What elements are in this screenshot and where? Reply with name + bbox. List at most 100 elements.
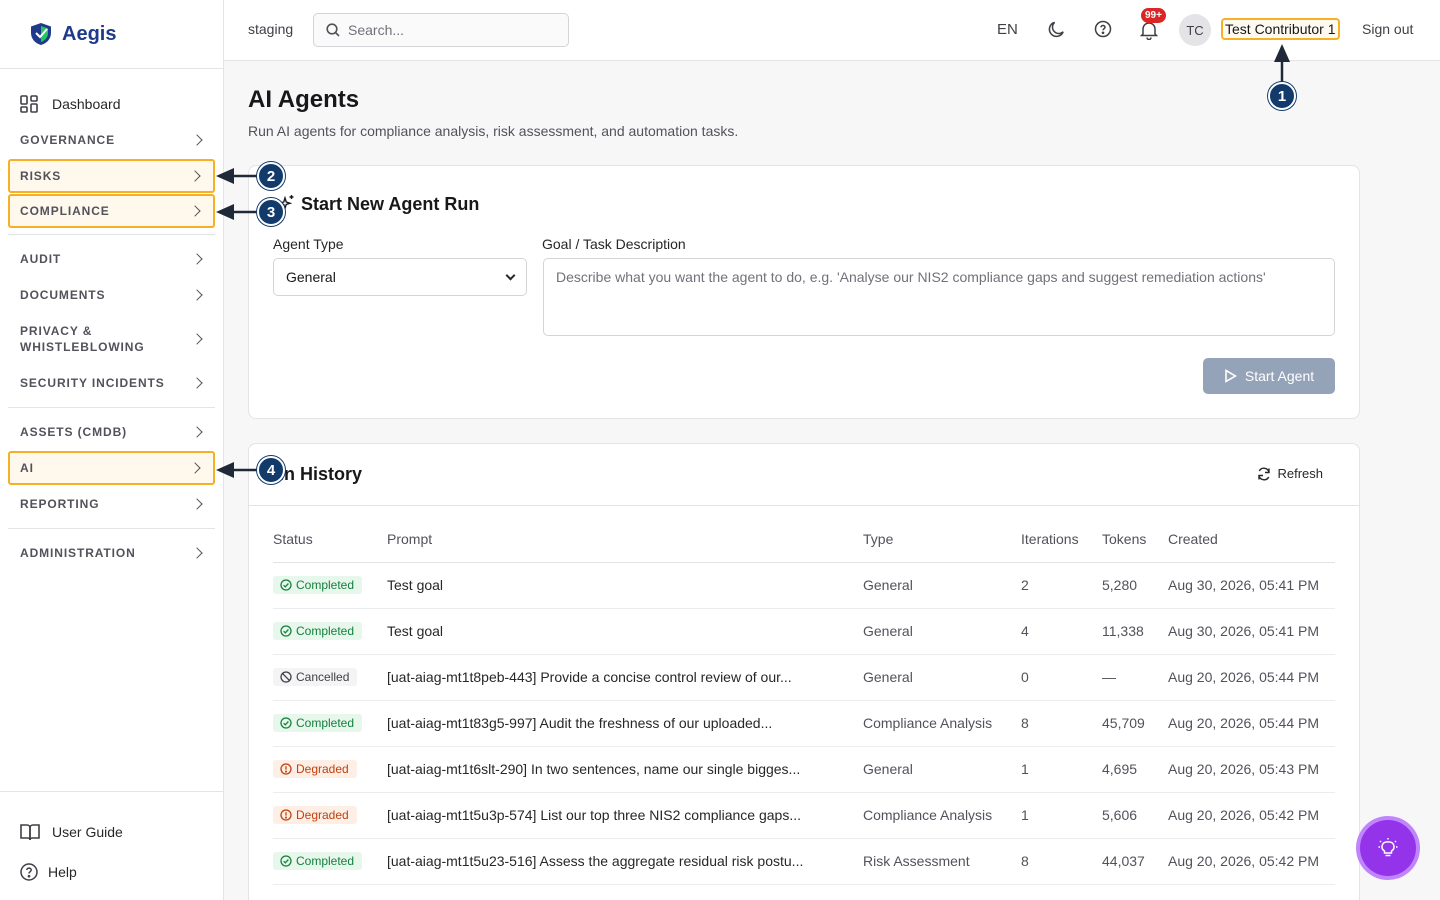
col-prompt[interactable]: Prompt bbox=[387, 516, 863, 563]
help-circle-icon[interactable] bbox=[1094, 20, 1112, 38]
cell-status: Completed bbox=[273, 562, 387, 609]
sidebar-section-privacy[interactable]: PRIVACY & WHISTLEBLOWING bbox=[8, 313, 215, 365]
sidebar-section-reporting[interactable]: REPORTING bbox=[8, 486, 215, 522]
section-label: COMPLIANCE bbox=[20, 204, 110, 218]
sidebar-section-ai[interactable]: AI bbox=[8, 451, 215, 485]
col-status[interactable]: Status bbox=[273, 516, 387, 563]
col-tokens[interactable]: Tokens bbox=[1102, 516, 1168, 563]
user-guide-link[interactable]: User Guide bbox=[20, 812, 223, 852]
table-row[interactable]: Completed [uat-aiag-mt1t83g5-997] Audit t… bbox=[273, 700, 1335, 747]
table-row[interactable]: Degraded [uat-aiag-mt1t6slt-290] In two s… bbox=[273, 746, 1335, 793]
agent-type-select[interactable]: General bbox=[273, 258, 527, 296]
sidebar-section-compliance[interactable]: COMPLIANCE bbox=[8, 194, 215, 228]
table-header-row: Status Prompt Type Iterations Tokens Cre… bbox=[273, 516, 1335, 563]
cell-status: Degraded bbox=[273, 792, 387, 839]
table-row[interactable]: Completed Test goal General 2 5,280 Aug 30, 2… bbox=[273, 562, 1335, 609]
run-history-table: Status Prompt Type Iterations Tokens Cre… bbox=[273, 516, 1335, 885]
section-label: DOCUMENTS bbox=[20, 288, 106, 302]
page-title: AI Agents bbox=[248, 86, 360, 113]
brand-name: Aegis bbox=[62, 22, 117, 45]
divider bbox=[8, 407, 215, 408]
search-input[interactable] bbox=[348, 22, 548, 38]
chevron-right-icon bbox=[191, 426, 203, 438]
section-label: AUDIT bbox=[20, 252, 62, 266]
goal-textarea[interactable] bbox=[543, 258, 1335, 336]
cell-prompt[interactable]: [uat-aiag-mt1t5u23-516] Assess the aggre… bbox=[387, 838, 863, 885]
status-label: Degraded bbox=[296, 808, 349, 822]
chevron-right-icon bbox=[189, 170, 201, 182]
notification-badge: 99+ bbox=[1141, 8, 1166, 23]
card-title: un History bbox=[273, 464, 363, 484]
table-row[interactable]: Degraded [uat-aiag-mt1t5u3p-574] List our… bbox=[273, 792, 1335, 839]
lightbulb-icon bbox=[1378, 838, 1398, 857]
assistant-fab[interactable] bbox=[1360, 820, 1416, 876]
status-badge: Completed bbox=[273, 852, 363, 870]
col-created[interactable]: Created bbox=[1168, 516, 1335, 563]
bell-icon[interactable] bbox=[1140, 20, 1158, 40]
sidebar-section-assets[interactable]: ASSETS (CMDB) bbox=[8, 414, 215, 450]
refresh-button[interactable]: Refresh bbox=[1257, 466, 1323, 481]
status-badge: Cancelled bbox=[273, 668, 358, 686]
cell-prompt[interactable]: [uat-aiag-mt1t6slt-290] In two sentences… bbox=[387, 746, 863, 793]
sidebar-section-security-incidents[interactable]: SECURITY INCIDENTS bbox=[8, 365, 215, 401]
cell-iterations: 1 bbox=[1021, 792, 1102, 839]
cell-prompt[interactable]: [uat-aiag-mt1t5u3p-574] List our top thr… bbox=[387, 792, 863, 839]
start-agent-button[interactable]: Start Agent bbox=[1203, 358, 1335, 394]
callout-4: 4 bbox=[257, 456, 285, 484]
cell-iterations: 8 bbox=[1021, 700, 1102, 747]
run-history-card: un History Refresh Status Prompt Type It… bbox=[248, 443, 1360, 900]
status-badge: Completed bbox=[273, 714, 363, 732]
check-circle-icon bbox=[280, 625, 292, 637]
cell-prompt[interactable]: Test goal bbox=[387, 608, 863, 655]
chevron-right-icon bbox=[189, 205, 201, 217]
alert-circle-icon bbox=[280, 763, 292, 775]
table-row[interactable]: Cancelled [uat-aiag-mt1t8peb-443] Provide… bbox=[273, 654, 1335, 701]
sidebar-section-administration[interactable]: ADMINISTRATION bbox=[8, 535, 215, 571]
cell-status: Cancelled bbox=[273, 654, 387, 701]
search-box[interactable] bbox=[313, 13, 569, 47]
refresh-label: Refresh bbox=[1277, 466, 1323, 481]
user-name[interactable]: Test Contributor 1 bbox=[1221, 18, 1340, 40]
table-row[interactable]: Completed [uat-aiag-mt1t5u23-516] Assess … bbox=[273, 838, 1335, 885]
section-label-line1: PRIVACY & bbox=[20, 324, 93, 338]
table-row[interactable]: Completed Test goal General 4 11,338 Aug 30, … bbox=[273, 608, 1335, 655]
avatar[interactable]: TC bbox=[1179, 14, 1211, 46]
status-label: Completed bbox=[296, 854, 355, 868]
sidebar-item-dashboard[interactable]: Dashboard bbox=[8, 86, 215, 122]
cell-type: Risk Assessment bbox=[863, 838, 1021, 885]
sign-out-link[interactable]: Sign out bbox=[1362, 21, 1413, 37]
cell-prompt[interactable]: [uat-aiag-mt1t83g5-997] Audit the freshn… bbox=[387, 700, 863, 747]
sidebar-section-risks[interactable]: RISKS bbox=[8, 159, 215, 193]
callout-3: 3 bbox=[257, 198, 285, 226]
cell-status: Completed bbox=[273, 608, 387, 655]
search-icon bbox=[326, 23, 340, 37]
check-circle-icon bbox=[280, 717, 292, 729]
status-label: Completed bbox=[296, 716, 355, 730]
check-circle-icon bbox=[280, 855, 292, 867]
sidebar-section-audit[interactable]: AUDIT bbox=[8, 241, 215, 277]
language-switch[interactable]: EN bbox=[997, 21, 1018, 38]
chevron-right-icon bbox=[191, 547, 203, 559]
chevron-right-icon bbox=[191, 498, 203, 510]
col-iterations[interactable]: Iterations bbox=[1021, 516, 1102, 563]
moon-icon[interactable] bbox=[1047, 20, 1066, 39]
page-subtitle: Run AI agents for compliance analysis, r… bbox=[248, 123, 739, 139]
cell-prompt[interactable]: Test goal bbox=[387, 562, 863, 609]
check-circle-icon bbox=[280, 579, 292, 591]
cell-tokens: 4,695 bbox=[1102, 746, 1168, 793]
logo[interactable]: Aegis bbox=[0, 0, 223, 69]
environment-label: staging bbox=[248, 21, 294, 37]
help-link[interactable]: Help bbox=[20, 852, 223, 892]
cell-prompt[interactable]: [uat-aiag-mt1t8peb-443] Provide a concis… bbox=[387, 654, 863, 701]
cell-type: General bbox=[863, 746, 1021, 793]
col-type[interactable]: Type bbox=[863, 516, 1021, 563]
user-guide-label: User Guide bbox=[52, 824, 123, 840]
sidebar-section-governance[interactable]: GOVERNANCE bbox=[8, 122, 215, 158]
cell-created: Aug 20, 2026, 05:43 PM bbox=[1168, 746, 1335, 793]
book-open-icon bbox=[20, 824, 40, 841]
chevron-right-icon bbox=[191, 253, 203, 265]
section-label: ASSETS (CMDB) bbox=[20, 425, 128, 439]
status-label: Completed bbox=[296, 578, 355, 592]
sidebar-section-documents[interactable]: DOCUMENTS bbox=[8, 277, 215, 313]
status-badge: Degraded bbox=[273, 806, 357, 824]
